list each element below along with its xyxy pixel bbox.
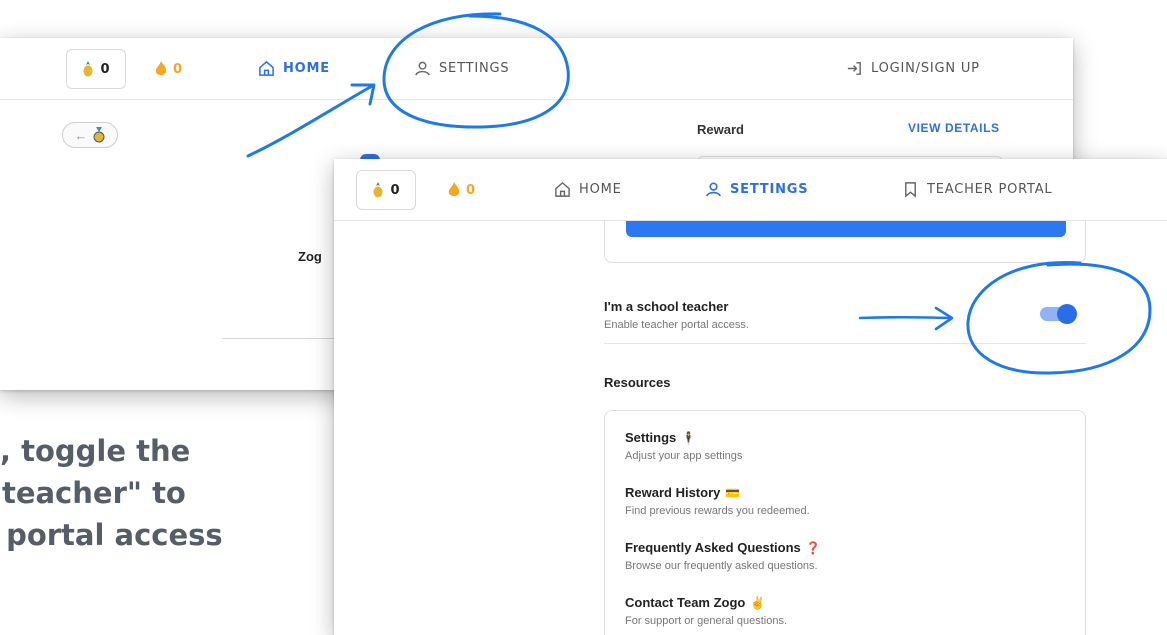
resource-reward-history[interactable]: Reward History 💳 Find previous rewards y… bbox=[625, 485, 810, 517]
view-details-link[interactable]: VIEW DETAILS bbox=[908, 121, 1000, 135]
resource-settings[interactable]: Settings 🕴 Adjust your app settings bbox=[625, 430, 742, 462]
teacher-toggle-subtitle: Enable teacher portal access. bbox=[604, 319, 749, 331]
pineapple-icon bbox=[83, 61, 93, 77]
streak-count: 0 bbox=[466, 182, 476, 198]
person-icon: 🕴 bbox=[681, 430, 697, 445]
caption-line-1: gs, toggle the bbox=[0, 434, 191, 468]
nav-login[interactable]: LOGIN/SIGN UP bbox=[846, 60, 980, 77]
front-window: 0 0 HOME SETTINGS TEACHER PORTAL I'm a s… bbox=[334, 159, 1167, 635]
resources-card: Settings 🕴 Adjust your app settings Rewa… bbox=[604, 410, 1086, 635]
back-button[interactable]: ← bbox=[62, 122, 118, 148]
question-mark-icon: ❓ bbox=[805, 540, 821, 555]
toggle-knob bbox=[1057, 304, 1077, 324]
teacher-toggle-switch[interactable] bbox=[1040, 304, 1077, 324]
teacher-toggle-title: I'm a school teacher bbox=[604, 299, 729, 314]
top-nav-back: 0 0 HOME SETTINGS LOGIN/SIGN UP bbox=[0, 38, 1073, 100]
caption-line-2: ol teacher" to bbox=[0, 476, 186, 510]
flame-icon bbox=[155, 61, 167, 75]
caption-line-3: er portal access bbox=[0, 518, 223, 552]
nav-settings[interactable]: SETTINGS bbox=[414, 60, 509, 77]
nav-settings[interactable]: SETTINGS bbox=[705, 181, 808, 198]
pineapple-count: 0 bbox=[100, 61, 110, 77]
section-divider bbox=[604, 343, 1086, 344]
home-icon bbox=[555, 181, 570, 197]
pineapple-counter[interactable]: 0 bbox=[356, 170, 416, 210]
bookmark-icon bbox=[905, 182, 916, 198]
home-icon bbox=[259, 60, 274, 76]
pineapple-icon bbox=[373, 182, 383, 198]
streak-counter[interactable]: 0 bbox=[448, 182, 475, 198]
nav-home[interactable]: HOME bbox=[554, 181, 622, 198]
instruction-caption: gs, toggle the ol teacher" to er portal … bbox=[0, 430, 340, 556]
top-nav-front: 0 0 HOME SETTINGS TEACHER PORTAL bbox=[334, 159, 1167, 221]
pineapple-counter[interactable]: 0 bbox=[66, 49, 126, 89]
login-icon bbox=[847, 62, 861, 75]
medal-icon bbox=[93, 127, 104, 143]
reward-label: Reward bbox=[697, 122, 744, 137]
arrow-left-icon: ← bbox=[74, 127, 88, 143]
nav-home[interactable]: HOME bbox=[258, 60, 330, 77]
resource-contact[interactable]: Contact Team Zogo ✌ For support or gener… bbox=[625, 595, 787, 627]
victory-hand-icon: ✌ bbox=[750, 595, 766, 610]
pineapple-count: 0 bbox=[390, 182, 400, 198]
resources-heading: Resources bbox=[604, 375, 671, 390]
primary-action-button[interactable] bbox=[626, 221, 1066, 237]
partial-heading: Zog bbox=[298, 249, 322, 264]
streak-counter[interactable]: 0 bbox=[155, 61, 182, 77]
user-icon bbox=[415, 61, 430, 76]
credit-card-icon: 💳 bbox=[725, 485, 741, 500]
resource-faq[interactable]: Frequently Asked Questions ❓ Browse our … bbox=[625, 540, 821, 572]
nav-teacher-portal[interactable]: TEACHER PORTAL bbox=[902, 181, 1052, 198]
flame-icon bbox=[448, 182, 460, 196]
streak-count: 0 bbox=[173, 61, 183, 77]
user-icon bbox=[706, 182, 721, 197]
